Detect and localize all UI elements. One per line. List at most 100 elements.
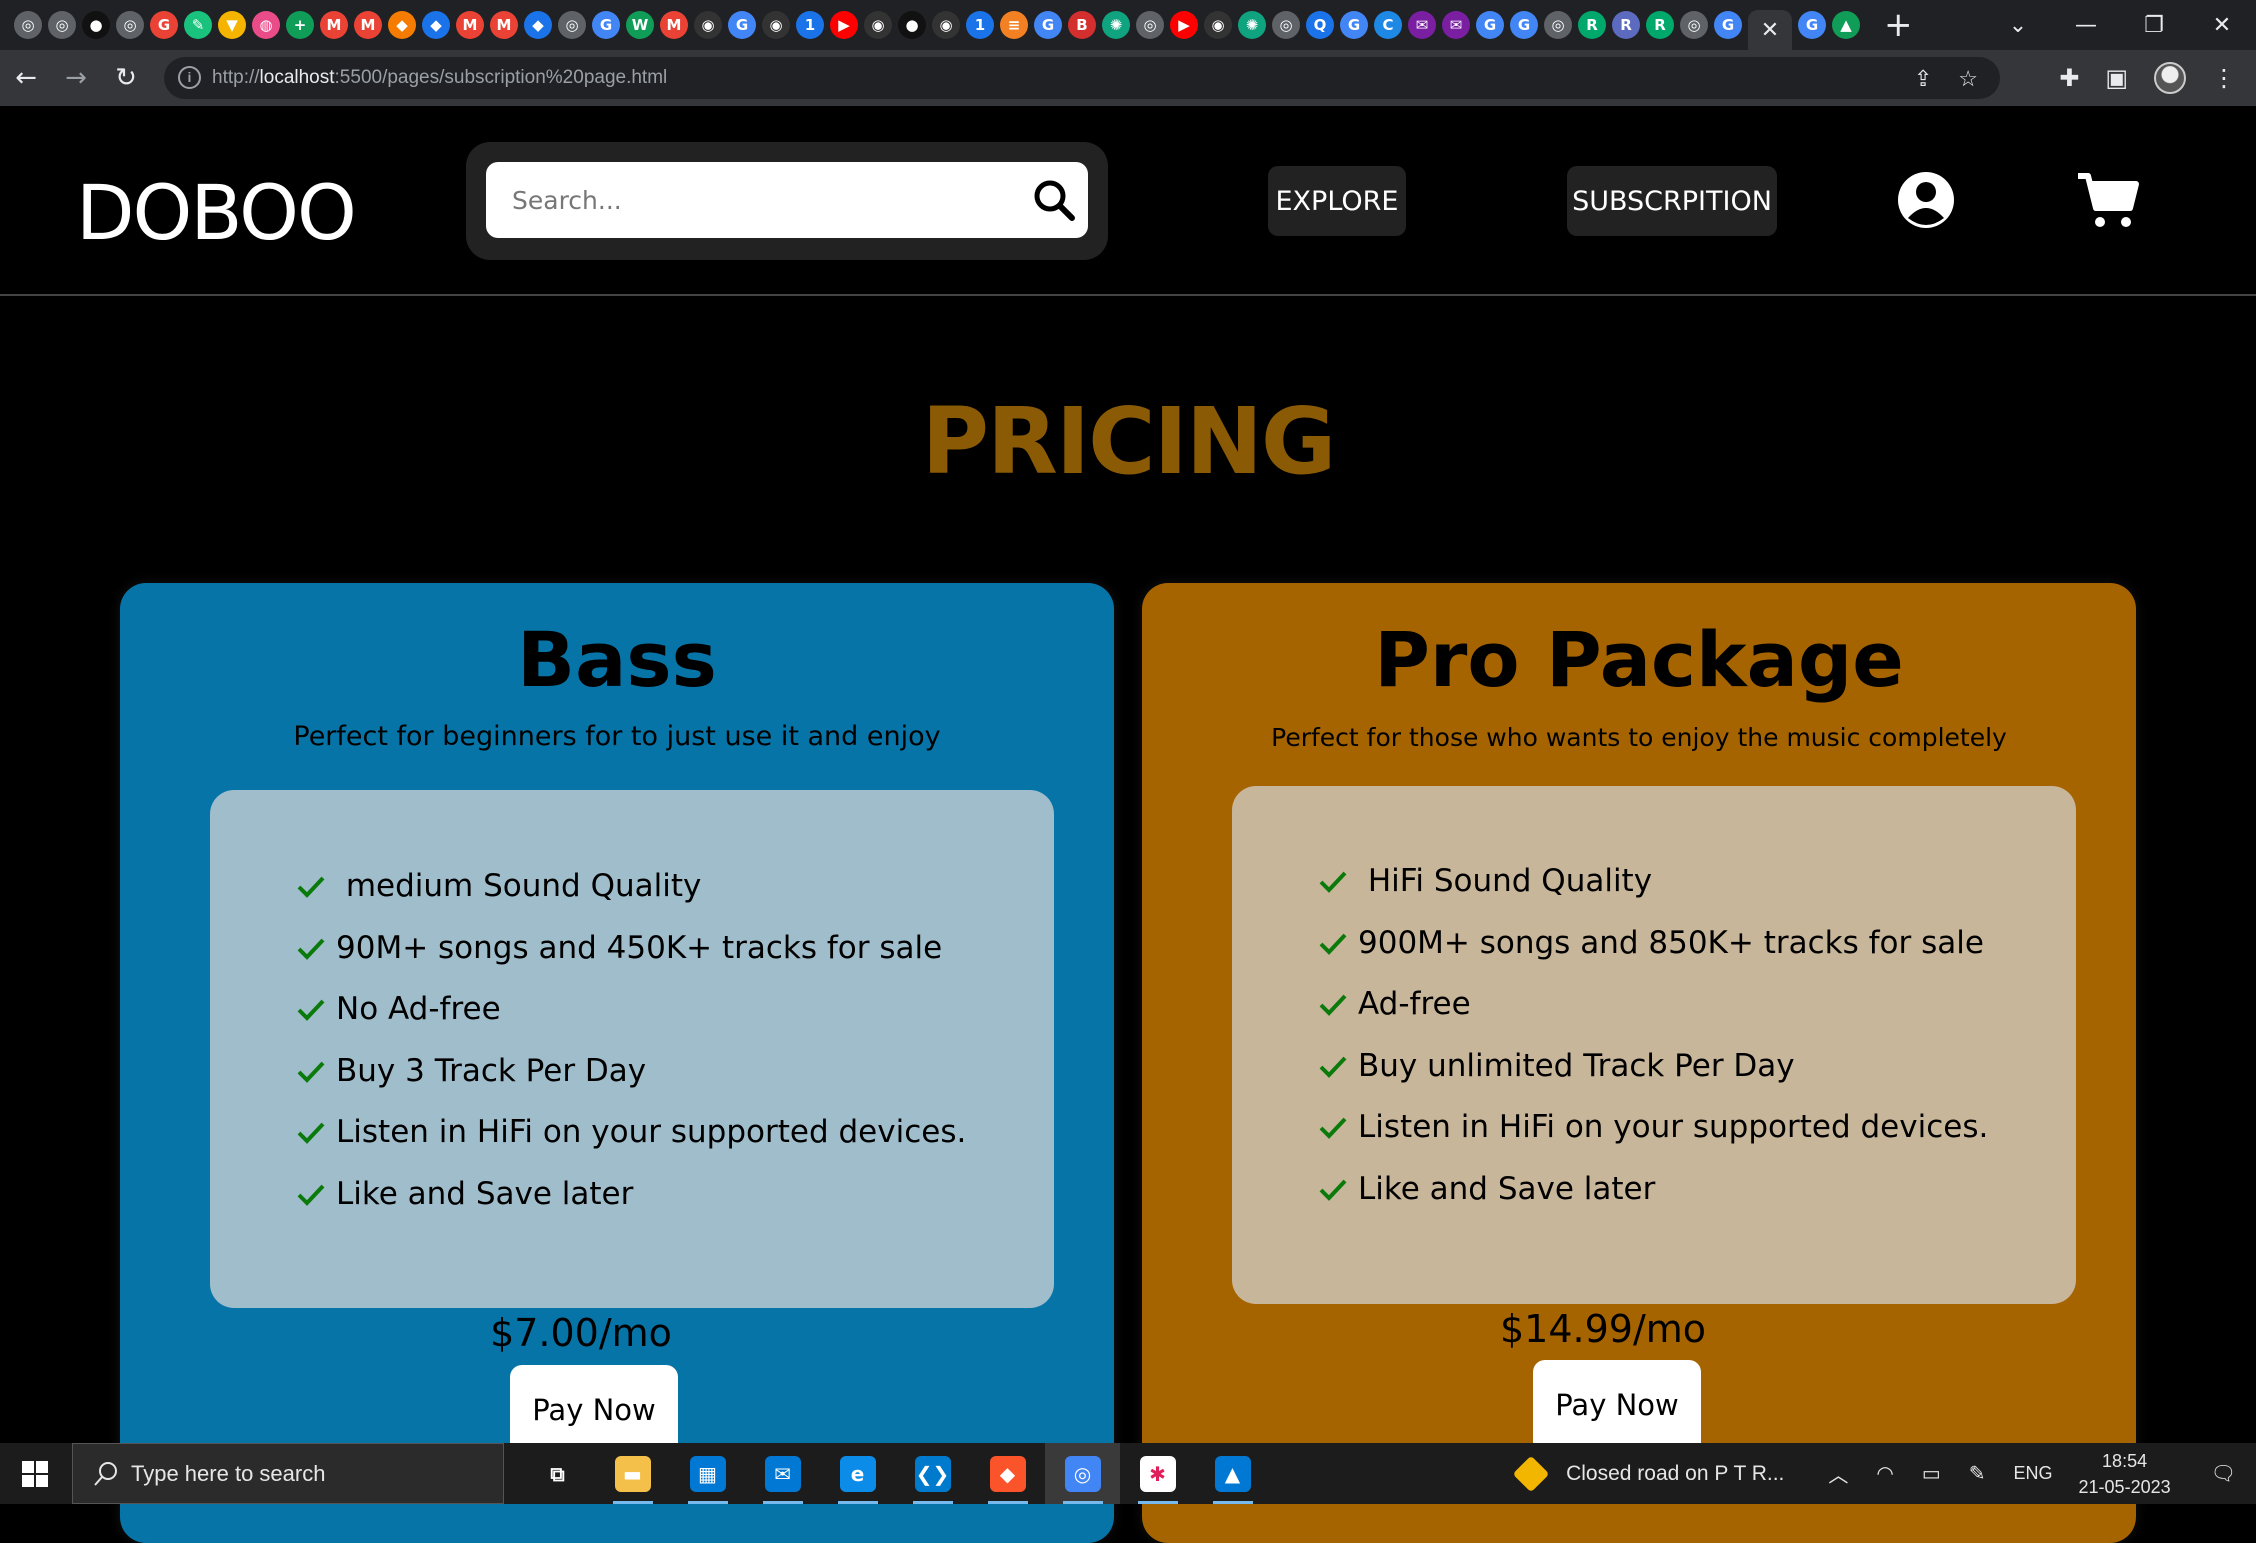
tab-search-icon[interactable]: Q bbox=[1306, 11, 1334, 39]
tab-dribbble-icon[interactable]: ◍ bbox=[252, 11, 280, 39]
pen-icon[interactable]: ✎ bbox=[1969, 1461, 1986, 1486]
tab-c-icon[interactable]: C bbox=[1374, 11, 1402, 39]
subscription-button[interactable]: SUBSCRPITION bbox=[1567, 166, 1777, 236]
tab-w-icon[interactable]: W bbox=[626, 11, 654, 39]
user-account-icon[interactable] bbox=[1896, 170, 1956, 230]
site-info-icon[interactable]: i bbox=[178, 66, 201, 89]
tab-google-icon[interactable]: G bbox=[592, 11, 620, 39]
tab-puzzle-icon[interactable]: ◆ bbox=[388, 11, 416, 39]
tab-github-icon[interactable]: ◉ bbox=[762, 11, 790, 39]
share-icon[interactable]: ⇪ bbox=[1914, 66, 1932, 92]
tab-one-icon[interactable]: 1 bbox=[796, 11, 824, 39]
taskbar-app-brave[interactable]: ◆ bbox=[970, 1443, 1045, 1504]
taskbar-search-box[interactable]: Type here to search bbox=[72, 1443, 504, 1504]
tab-gmail-icon[interactable]: M bbox=[660, 11, 688, 39]
tab-youtube-icon[interactable]: ▶ bbox=[1170, 11, 1198, 39]
pay-now-button[interactable]: Pay Now bbox=[510, 1365, 678, 1455]
tab-r-icon[interactable]: R bbox=[1646, 11, 1674, 39]
tab-gmail-icon[interactable]: M bbox=[490, 11, 518, 39]
taskbar-search-placeholder: Type here to search bbox=[131, 1460, 326, 1486]
tab-one-icon[interactable]: 1 bbox=[966, 11, 994, 39]
tab-drive-icon[interactable]: ▲ bbox=[1832, 11, 1860, 39]
reload-icon[interactable]: ↻ bbox=[102, 63, 150, 93]
tab-chrome-icon[interactable]: ◎ bbox=[116, 11, 144, 39]
minimize-icon[interactable]: — bbox=[2052, 13, 2120, 38]
tab-google-icon[interactable]: G bbox=[150, 11, 178, 39]
tab-gmail-icon[interactable]: M bbox=[320, 11, 348, 39]
tab-gmail-icon[interactable]: M bbox=[456, 11, 484, 39]
tab-chrome-icon[interactable]: ◎ bbox=[1272, 11, 1300, 39]
clock[interactable]: 18:54 21-05-2023 bbox=[2079, 1448, 2171, 1500]
tab-b-icon[interactable]: B bbox=[1068, 11, 1096, 39]
side-panel-icon[interactable]: ▣ bbox=[2105, 64, 2128, 92]
tab-chrome-icon[interactable]: ◎ bbox=[48, 11, 76, 39]
tab-github-icon[interactable]: ◉ bbox=[694, 11, 722, 39]
taskbar-app-mail[interactable]: ✉ bbox=[745, 1443, 820, 1504]
tab-google-icon[interactable]: G bbox=[1476, 11, 1504, 39]
tab-pen-icon[interactable]: ✎ bbox=[184, 11, 212, 39]
taskbar-app-chrome[interactable]: ◎ bbox=[1045, 1443, 1120, 1504]
search-input[interactable] bbox=[512, 185, 1012, 215]
tab-google-icon[interactable]: G bbox=[1510, 11, 1538, 39]
pay-now-button[interactable]: Pay Now bbox=[1533, 1360, 1701, 1450]
explore-button[interactable]: EXPLORE bbox=[1268, 166, 1406, 236]
active-tab-close-icon[interactable]: ✕ bbox=[1748, 10, 1792, 50]
wifi-icon[interactable]: ◠ bbox=[1876, 1461, 1893, 1486]
tab-search-icon[interactable]: ⌄ bbox=[1984, 13, 2052, 38]
new-tab-icon[interactable]: + bbox=[1884, 8, 1913, 42]
tab-stackoverflow-icon[interactable]: ≡ bbox=[1000, 11, 1028, 39]
tab-youtube-icon[interactable]: ▶ bbox=[830, 11, 858, 39]
forward-icon[interactable]: → bbox=[52, 63, 100, 93]
tab-dark-circle-icon[interactable]: ● bbox=[82, 11, 110, 39]
address-bar[interactable]: i http://localhost:5500/pages/subscripti… bbox=[164, 57, 2000, 99]
tab-chrome-icon[interactable]: ◎ bbox=[558, 11, 586, 39]
back-icon[interactable]: ← bbox=[2, 63, 50, 93]
tab-r-icon[interactable]: R bbox=[1612, 11, 1640, 39]
tab-google-icon[interactable]: G bbox=[1340, 11, 1368, 39]
taskbar-app-edge[interactable]: e bbox=[820, 1443, 895, 1504]
chrome-menu-icon[interactable]: ⋮ bbox=[2212, 64, 2236, 92]
tab-chrome-icon[interactable]: ◎ bbox=[1544, 11, 1572, 39]
tab-chrome-icon[interactable]: ◎ bbox=[14, 11, 42, 39]
search-icon[interactable] bbox=[1030, 176, 1078, 224]
close-window-icon[interactable]: ✕ bbox=[2188, 13, 2256, 38]
tab-openai-icon[interactable]: ✺ bbox=[1102, 11, 1130, 39]
tab-chrome-icon[interactable]: ◎ bbox=[1136, 11, 1164, 39]
tab-r-icon[interactable]: R bbox=[1578, 11, 1606, 39]
news-widget[interactable]: Closed road on P T R... bbox=[1512, 1455, 1784, 1492]
battery-icon[interactable]: ▭ bbox=[1922, 1461, 1941, 1486]
tab-google-icon[interactable]: G bbox=[1798, 11, 1826, 39]
tab-github-icon[interactable]: ◉ bbox=[932, 11, 960, 39]
shopping-cart-icon[interactable] bbox=[2076, 170, 2140, 230]
language-indicator[interactable]: ENG bbox=[2014, 1463, 2053, 1484]
extensions-icon[interactable]: ✚ bbox=[2059, 64, 2079, 92]
taskbar-app-file-explorer[interactable]: ▬ bbox=[595, 1443, 670, 1504]
taskbar-app-task-view[interactable]: ⧉ bbox=[520, 1443, 595, 1504]
show-hidden-icons-icon[interactable]: ︿ bbox=[1828, 1459, 1848, 1488]
tab-github-icon[interactable]: ◉ bbox=[1204, 11, 1232, 39]
tab-dark-circle-icon[interactable]: ● bbox=[898, 11, 926, 39]
tab-chrome-icon[interactable]: ◎ bbox=[1680, 11, 1708, 39]
notifications-icon[interactable]: 🗨 bbox=[2211, 1461, 2236, 1486]
tab-chat-icon[interactable]: ✉ bbox=[1408, 11, 1436, 39]
taskbar-app-slack[interactable]: ✱ bbox=[1120, 1443, 1195, 1504]
site-logo[interactable]: DOBOO bbox=[76, 168, 357, 257]
tab-openai-icon[interactable]: ✺ bbox=[1238, 11, 1266, 39]
tab-google-icon[interactable]: G bbox=[1034, 11, 1062, 39]
tab-chat-icon[interactable]: ✉ bbox=[1442, 11, 1470, 39]
tab-google-icon[interactable]: G bbox=[728, 11, 756, 39]
tab-puzzle-icon[interactable]: ◆ bbox=[422, 11, 450, 39]
tab-github-icon[interactable]: ◉ bbox=[864, 11, 892, 39]
tab-google-icon[interactable]: G bbox=[1714, 11, 1742, 39]
windows-start-icon[interactable] bbox=[22, 1461, 48, 1487]
tab-plus-icon[interactable]: + bbox=[286, 11, 314, 39]
taskbar-app-microsoft-store[interactable]: ▦ bbox=[670, 1443, 745, 1504]
tab-gmail-icon[interactable]: M bbox=[354, 11, 382, 39]
bookmark-star-icon[interactable]: ☆ bbox=[1958, 66, 1978, 92]
taskbar-app-vscode[interactable]: ❮❯ bbox=[895, 1443, 970, 1504]
restore-icon[interactable]: ❐ bbox=[2120, 13, 2188, 38]
taskbar-app-photos[interactable]: ▲ bbox=[1195, 1443, 1270, 1504]
tab-shield-icon[interactable]: ▼ bbox=[218, 11, 246, 39]
tab-puzzle-icon[interactable]: ◆ bbox=[524, 11, 552, 39]
profile-avatar[interactable] bbox=[2154, 62, 2186, 94]
